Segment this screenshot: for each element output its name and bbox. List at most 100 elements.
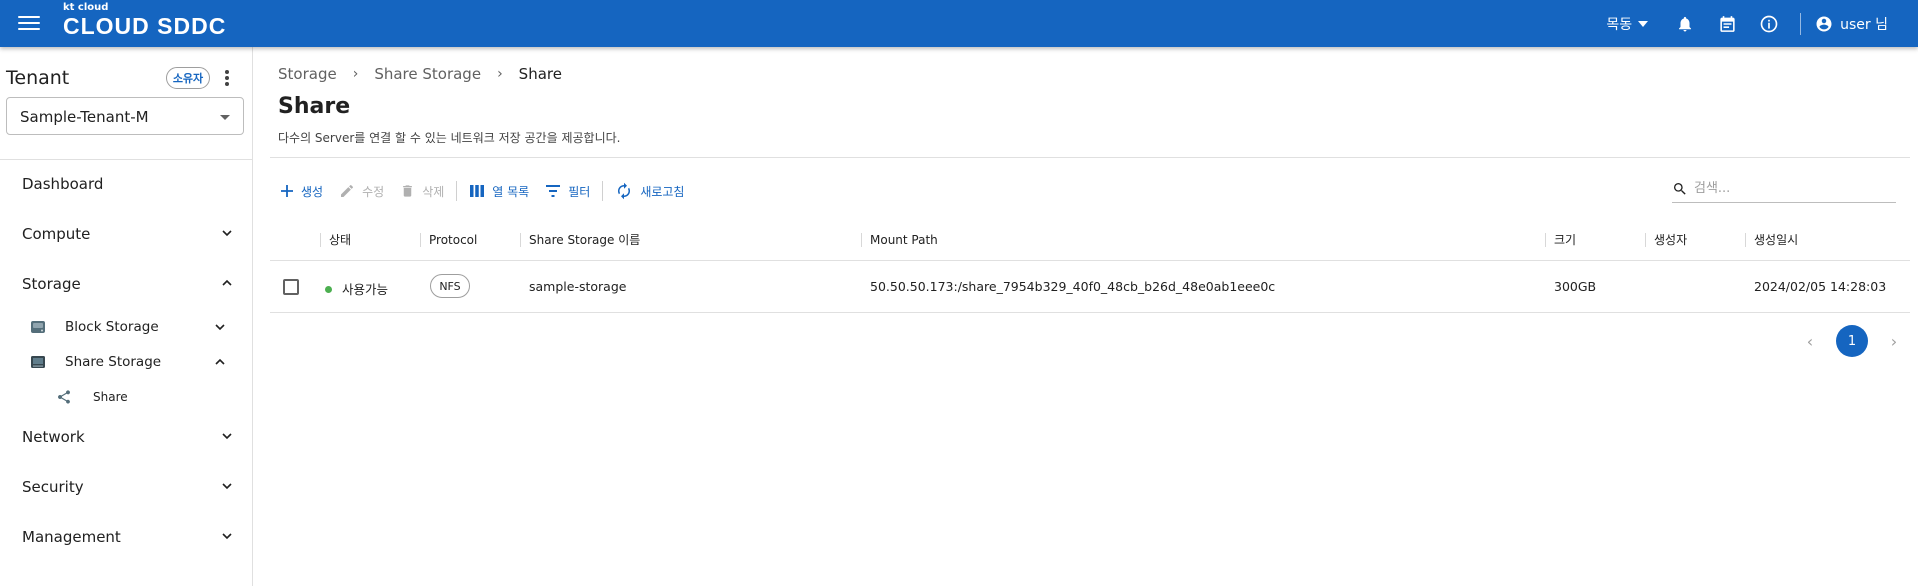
chevron-right-icon[interactable]: › bbox=[1878, 325, 1910, 357]
location-label: 목동 bbox=[1606, 16, 1633, 33]
chevron-right-icon: › bbox=[497, 66, 503, 82]
logo-big-text: CLOUD SDDC bbox=[63, 13, 227, 39]
trash-icon bbox=[403, 185, 413, 197]
mount-path-cell: 50.50.50.173:/share_7954b329_40f0_48cb_b… bbox=[870, 279, 1276, 294]
sidebar-item-security[interactable]: Security bbox=[22, 472, 232, 502]
sidebar-divider bbox=[0, 159, 253, 160]
sidebar-item-label: Block Storage bbox=[65, 319, 159, 335]
info-icon[interactable] bbox=[1758, 13, 1780, 35]
toolbar-divider bbox=[602, 181, 604, 201]
sidebar-item-share-storage[interactable]: Share Storage bbox=[30, 349, 225, 375]
protocol-chip: NFS bbox=[430, 274, 470, 298]
create-button[interactable]: 생성 bbox=[280, 183, 323, 200]
table-row[interactable]: 사용가능 NFS sample-storage 50.50.50.173:/sh… bbox=[270, 261, 1910, 313]
user-menu[interactable]: user 님 bbox=[1815, 14, 1888, 34]
column-header-status[interactable]: 상태 bbox=[320, 233, 351, 247]
search-icon bbox=[1674, 182, 1686, 195]
column-header-created-at[interactable]: 생성일시 bbox=[1745, 233, 1798, 247]
chevron-up-icon bbox=[222, 279, 232, 286]
bell-icon[interactable] bbox=[1674, 13, 1696, 35]
tenant-title: Tenant bbox=[6, 67, 70, 89]
page-title: Share bbox=[278, 94, 351, 119]
top-app-bar: kt cloud CLOUD SDDC 목동 user 님 bbox=[0, 0, 1918, 47]
name-cell: sample-storage bbox=[529, 279, 627, 294]
chevron-down-icon bbox=[222, 230, 232, 237]
refresh-icon bbox=[618, 182, 631, 200]
chevron-up-icon bbox=[215, 358, 225, 365]
filter-icon bbox=[546, 185, 561, 197]
pagination: ‹ 1 › bbox=[1794, 325, 1910, 357]
breadcrumb-item-share-storage[interactable]: Share Storage bbox=[374, 65, 481, 83]
sidebar-item-compute[interactable]: Compute bbox=[22, 219, 232, 249]
sidebar-item-label: Dashboard bbox=[22, 175, 104, 193]
chevron-down-icon bbox=[222, 483, 232, 490]
sidebar-item-block-storage[interactable]: Block Storage bbox=[30, 314, 225, 340]
edit-button[interactable]: 수정 bbox=[339, 183, 384, 200]
filter-label: 필터 bbox=[568, 184, 591, 199]
pencil-icon bbox=[341, 184, 354, 197]
breadcrumb-item-storage[interactable]: Storage bbox=[278, 65, 337, 83]
breadcrumb: Storage › Share Storage › Share bbox=[278, 65, 562, 83]
edit-label: 수정 bbox=[362, 184, 385, 199]
view-column-icon bbox=[470, 185, 485, 197]
share-icon bbox=[58, 390, 70, 404]
sidebar: Tenant 소유자 Sample-Tenant-M Dashboard Com… bbox=[0, 47, 253, 586]
sidebar-item-label: Share bbox=[93, 390, 128, 404]
refresh-label: 새로고침 bbox=[640, 184, 685, 199]
sidebar-item-label: Share Storage bbox=[65, 354, 162, 370]
columns-button[interactable]: 열 목록 bbox=[469, 183, 529, 200]
delete-button[interactable]: 삭제 bbox=[400, 183, 444, 200]
calendar-icon[interactable] bbox=[1716, 13, 1738, 35]
owner-badge[interactable]: 소유자 bbox=[166, 67, 210, 89]
sidebar-item-label: Management bbox=[22, 528, 121, 546]
sidebar-item-label: Security bbox=[22, 478, 84, 496]
search-input[interactable] bbox=[1694, 181, 1884, 196]
refresh-button[interactable]: 새로고침 bbox=[615, 182, 684, 200]
logo[interactable]: kt cloud CLOUD SDDC bbox=[63, 2, 227, 40]
location-select[interactable]: 목동 bbox=[1606, 14, 1649, 34]
column-header-size[interactable]: 크기 bbox=[1545, 233, 1576, 247]
tenant-select-value: Sample-Tenant-M bbox=[20, 108, 149, 126]
column-header-name[interactable]: Share Storage 이름 bbox=[520, 233, 640, 247]
delete-label: 삭제 bbox=[422, 184, 445, 199]
sidebar-item-label: Network bbox=[22, 428, 85, 446]
column-header-mount-path[interactable]: Mount Path bbox=[861, 233, 938, 247]
filter-button[interactable]: 필터 bbox=[545, 183, 590, 200]
sidebar-item-storage[interactable]: Storage bbox=[22, 269, 232, 299]
sidebar-item-dashboard[interactable]: Dashboard bbox=[22, 169, 232, 199]
page-number[interactable]: 1 bbox=[1836, 325, 1868, 357]
more-vert-icon[interactable] bbox=[222, 69, 232, 87]
status-text: 사용가능 bbox=[342, 282, 389, 297]
column-header-creator[interactable]: 생성자 bbox=[1645, 233, 1687, 247]
hard-drive-icon bbox=[31, 321, 45, 333]
chevron-left-icon[interactable]: ‹ bbox=[1794, 325, 1826, 357]
status-dot bbox=[325, 286, 332, 293]
main-content: Storage › Share Storage › Share Share 다수… bbox=[254, 47, 1918, 586]
columns-label: 열 목록 bbox=[492, 184, 530, 199]
sidebar-item-label: Compute bbox=[22, 225, 91, 243]
tenant-select[interactable]: Sample-Tenant-M bbox=[6, 97, 244, 135]
user-name: user 님 bbox=[1840, 16, 1888, 33]
logo-small-text: kt cloud bbox=[63, 2, 109, 13]
search-box bbox=[1672, 175, 1896, 203]
sidebar-item-management[interactable]: Management bbox=[22, 522, 232, 552]
section-divider bbox=[270, 157, 1910, 158]
column-header-protocol[interactable]: Protocol bbox=[420, 233, 477, 247]
status-cell: 사용가능 bbox=[325, 279, 388, 298]
sidebar-item-label: Storage bbox=[22, 275, 81, 293]
created-at-cell: 2024/02/05 14:28:03 bbox=[1754, 279, 1887, 294]
create-label: 생성 bbox=[301, 184, 324, 199]
storage-icon bbox=[31, 356, 45, 368]
row-checkbox[interactable] bbox=[283, 279, 299, 295]
breadcrumb-item-share: Share bbox=[518, 65, 562, 83]
chevron-down-icon bbox=[222, 433, 232, 440]
size-cell: 300GB bbox=[1554, 279, 1597, 294]
sidebar-item-network[interactable]: Network bbox=[22, 422, 232, 452]
account-circle-icon bbox=[1816, 16, 1832, 31]
caret-down-icon bbox=[1638, 20, 1649, 27]
header-divider bbox=[1800, 12, 1802, 35]
sidebar-item-share[interactable]: Share bbox=[56, 385, 128, 409]
plus-icon bbox=[281, 185, 293, 197]
menu-icon[interactable] bbox=[18, 12, 40, 34]
toolbar-divider bbox=[456, 181, 458, 201]
